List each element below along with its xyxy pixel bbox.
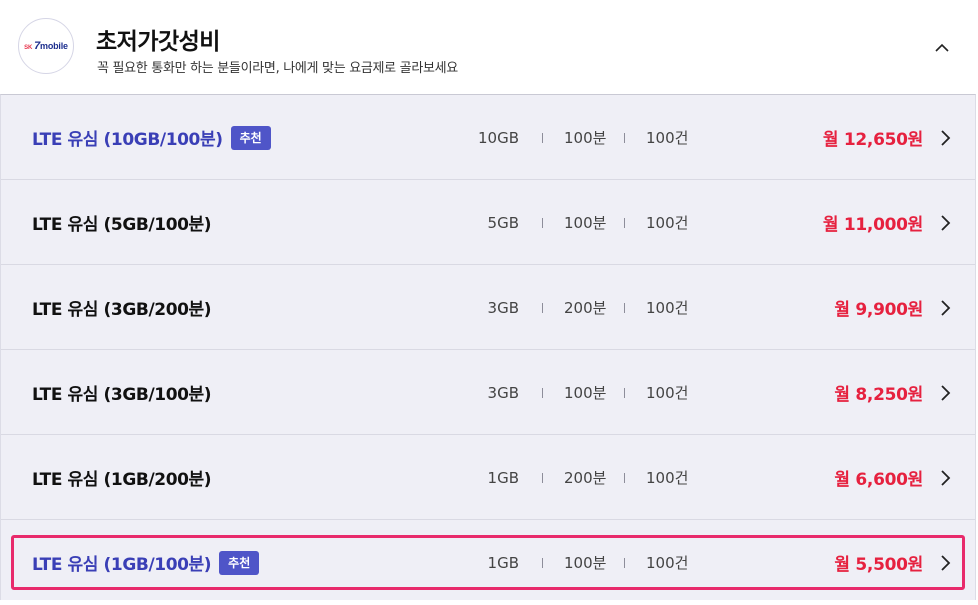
divider <box>624 133 625 143</box>
category-title: 초저가갓성비 <box>96 29 220 55</box>
chevron-up-icon <box>935 43 949 52</box>
divider <box>624 388 625 398</box>
plan-row[interactable]: LTE 유심 (10GB/100분) 추천 10GB 100분 100건 월 12… <box>1 95 975 180</box>
recommend-badge: 추천 <box>230 125 271 150</box>
plan-data: 3GB <box>487 383 519 402</box>
chevron-right-icon <box>941 130 951 146</box>
plan-price: 월 6,600원 <box>834 470 923 490</box>
plan-price: 월 11,000원 <box>822 215 923 235</box>
plan-data: 1GB <box>487 468 519 487</box>
recommend-badge: 추천 <box>219 550 260 575</box>
plan-row[interactable]: LTE 유심 (3GB/100분) 3GB 100분 100건 월 8,250원 <box>1 350 975 435</box>
plan-data: 10GB <box>477 128 519 147</box>
divider <box>542 133 543 143</box>
plan-name: LTE 유심 (1GB/200분) <box>32 470 212 490</box>
plan-price: 월 8,250원 <box>834 385 923 405</box>
divider <box>542 303 543 313</box>
plan-voice: 100분 <box>564 129 607 147</box>
chevron-right-icon <box>941 555 951 571</box>
plan-data: 1GB <box>487 553 519 572</box>
plan-sms: 100건 <box>646 469 689 487</box>
collapse-button[interactable] <box>930 36 954 60</box>
plan-sms: 100건 <box>646 299 689 317</box>
divider <box>542 218 543 228</box>
chevron-right-icon <box>941 300 951 316</box>
plan-name: LTE 유심 (3GB/100분) <box>32 385 212 405</box>
plan-data: 5GB <box>487 213 519 232</box>
plan-voice: 100분 <box>564 384 607 402</box>
chevron-right-icon <box>941 385 951 401</box>
plan-name: LTE 유심 (1GB/100분) 추천 <box>32 520 260 605</box>
divider <box>624 303 625 313</box>
plan-sms: 100건 <box>646 129 689 147</box>
sk7mobile-logo: SK 7mobile <box>18 18 74 74</box>
plan-name: LTE 유심 (10GB/100분) 추천 <box>32 95 271 180</box>
divider <box>542 558 543 568</box>
plan-list: LTE 유심 (10GB/100분) 추천 10GB 100분 100건 월 12… <box>0 94 976 600</box>
plan-price: 월 5,500원 <box>834 555 923 575</box>
chevron-right-icon <box>941 215 951 231</box>
plan-voice: 100분 <box>564 214 607 232</box>
divider <box>542 473 543 483</box>
plan-row[interactable]: LTE 유심 (3GB/200분) 3GB 200분 100건 월 9,900원 <box>1 265 975 350</box>
plan-data: 3GB <box>487 298 519 317</box>
category-subtitle: 꼭 필요한 통화만 하는 분들이라면, 나에게 맞는 요금제로 골라보세요 <box>97 61 458 76</box>
divider <box>624 218 625 228</box>
plan-voice: 200분 <box>564 299 607 317</box>
plan-price: 월 12,650원 <box>822 130 923 150</box>
plan-voice: 200분 <box>564 469 607 487</box>
plan-row-selected[interactable]: LTE 유심 (1GB/100분) 추천 1GB 100분 100건 월 5,50… <box>1 520 975 605</box>
plan-sms: 100건 <box>646 384 689 402</box>
logo-wordmark: SK 7mobile <box>24 40 68 52</box>
plan-voice: 100분 <box>564 554 607 572</box>
plan-price: 월 9,900원 <box>834 300 923 320</box>
divider <box>624 473 625 483</box>
divider <box>542 388 543 398</box>
plan-name: LTE 유심 (5GB/100분) <box>32 215 212 235</box>
plan-sms: 100건 <box>646 554 689 572</box>
divider <box>624 558 625 568</box>
plan-name: LTE 유심 (3GB/200분) <box>32 300 212 320</box>
plan-row[interactable]: LTE 유심 (1GB/200분) 1GB 200분 100건 월 6,600원 <box>1 435 975 520</box>
plan-category-header: SK 7mobile 초저가갓성비 꼭 필요한 통화만 하는 분들이라면, 나에게… <box>0 0 978 94</box>
chevron-right-icon <box>941 470 951 486</box>
plan-row[interactable]: LTE 유심 (5GB/100분) 5GB 100분 100건 월 11,000… <box>1 180 975 265</box>
plan-sms: 100건 <box>646 214 689 232</box>
